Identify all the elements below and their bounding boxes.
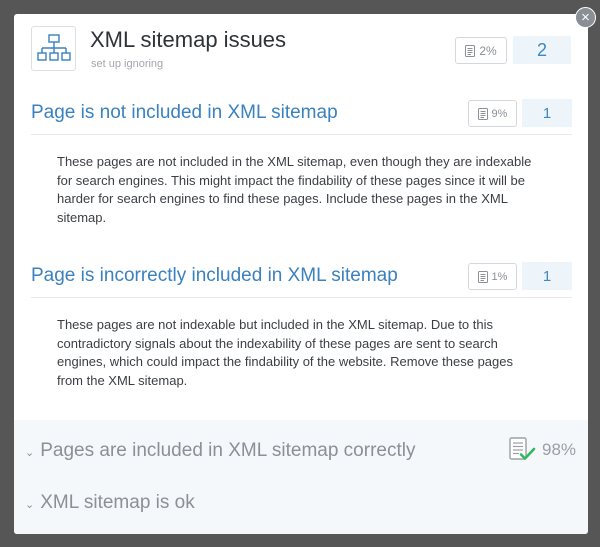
issue-1-count: 1 bbox=[542, 104, 552, 122]
issue-2-percent: 1% bbox=[491, 270, 508, 283]
issue-2-description: These pages are not indexable but includ… bbox=[57, 317, 513, 388]
ok-percent-indicator: 98% bbox=[508, 437, 576, 463]
chevron-down-icon: ⌄ bbox=[25, 446, 35, 459]
ok-section-label: Pages are included in XML sitemap correc… bbox=[40, 440, 416, 461]
header-percent: 2% bbox=[479, 43, 497, 58]
issue-2-count: 1 bbox=[542, 267, 552, 285]
issue-2-percent-badge[interactable]: 1% bbox=[468, 263, 517, 290]
sitemap-icon bbox=[31, 26, 76, 71]
ok-section-sitemap-ok[interactable]: ⌄ XML sitemap is ok bbox=[25, 492, 195, 514]
chevron-down-icon: ⌄ bbox=[25, 498, 35, 511]
header-count: 2 bbox=[536, 39, 547, 60]
issue-1-percent-badge[interactable]: 9% bbox=[468, 100, 517, 127]
divider bbox=[31, 134, 572, 135]
document-icon bbox=[477, 107, 488, 120]
issue-1-percent: 9% bbox=[491, 107, 508, 120]
document-icon bbox=[465, 44, 476, 57]
ok-percent: 98% bbox=[542, 440, 577, 459]
modal-header: XML sitemap issues set up ignoring 2% 2 bbox=[14, 14, 588, 84]
set-up-ignoring-link[interactable]: set up ignoring bbox=[91, 58, 163, 70]
page-title: XML sitemap issues bbox=[90, 27, 287, 52]
issue-1-count-badge[interactable]: 1 bbox=[522, 99, 572, 127]
document-check-icon bbox=[509, 437, 536, 460]
issue-title-not-included[interactable]: Page is not included in XML sitemap bbox=[31, 102, 338, 124]
issue-1-description: These pages are not included in the XML … bbox=[57, 154, 532, 225]
header-percent-badge[interactable]: 2% bbox=[455, 37, 507, 64]
close-icon: × bbox=[581, 9, 590, 26]
document-icon bbox=[477, 270, 488, 283]
header-count-badge[interactable]: 2 bbox=[513, 36, 571, 64]
ok-section-included-correctly[interactable]: ⌄ Pages are included in XML sitemap corr… bbox=[25, 440, 415, 462]
issue-2-count-badge[interactable]: 1 bbox=[522, 262, 572, 290]
issue-title-incorrectly-included[interactable]: Page is incorrectly included in XML site… bbox=[31, 265, 398, 287]
ok-sections bbox=[14, 420, 588, 534]
xml-sitemap-issues-modal: XML sitemap issues set up ignoring 2% 2 … bbox=[14, 14, 588, 534]
close-button[interactable]: × bbox=[575, 7, 596, 28]
divider bbox=[31, 297, 572, 298]
ok-section-label: XML sitemap is ok bbox=[40, 492, 195, 513]
